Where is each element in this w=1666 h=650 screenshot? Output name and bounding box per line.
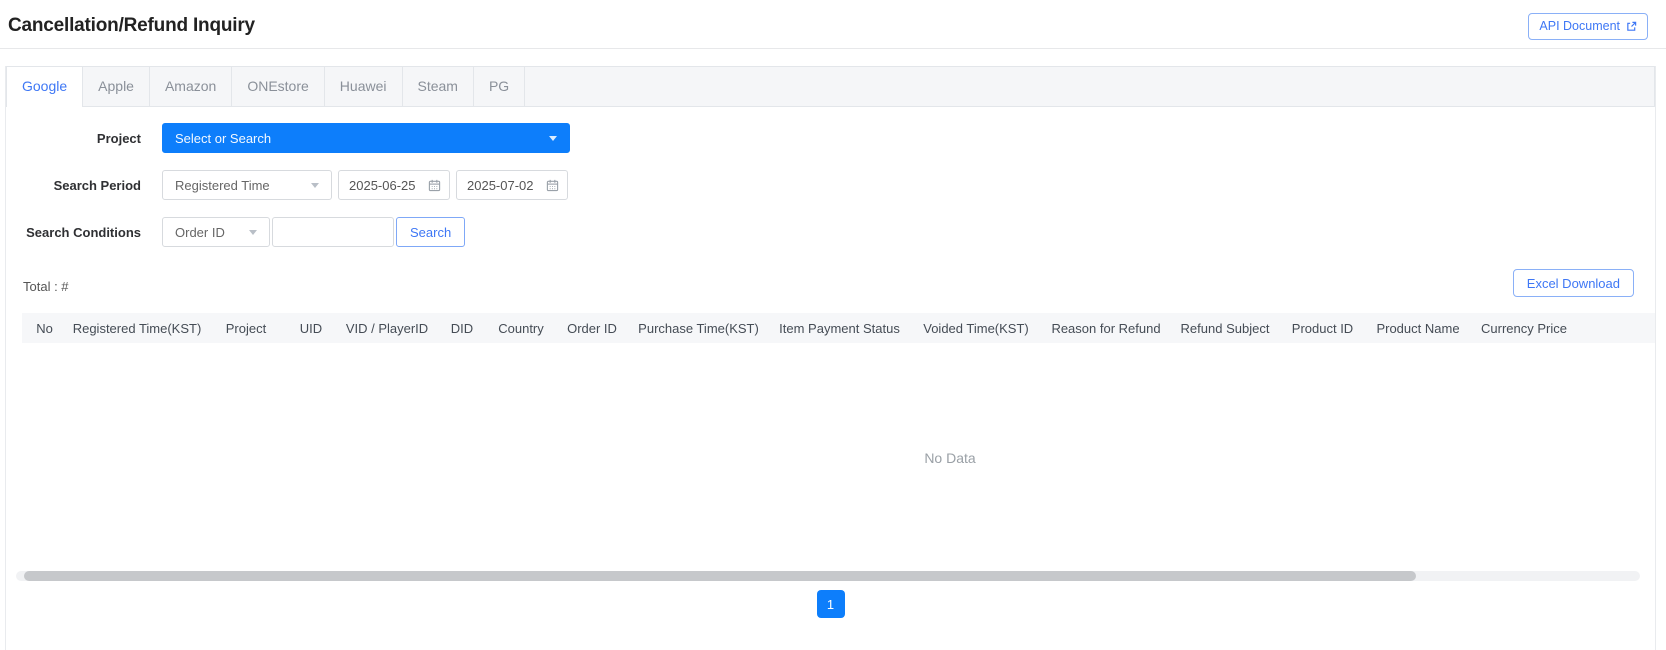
tab-pg[interactable]: PG xyxy=(474,67,525,106)
column-header: Product ID xyxy=(1279,313,1366,343)
table-header-row: NoRegistered Time(KST)ProjectUIDVID / Pl… xyxy=(22,313,1655,343)
chevron-down-icon xyxy=(549,136,557,141)
column-header: UID xyxy=(285,313,337,343)
tab-onestore[interactable]: ONEstore xyxy=(232,67,324,106)
table-viewport: NoRegistered Time(KST)ProjectUIDVID / Pl… xyxy=(22,313,1655,568)
content-panel: GoogleAppleAmazonONEstoreHuaweiSteamPG P… xyxy=(5,66,1656,650)
column-header: Project xyxy=(207,313,285,343)
start-date-input[interactable]: 2025-06-25 xyxy=(338,170,450,200)
tab-amazon[interactable]: Amazon xyxy=(150,67,232,106)
column-header: Item Payment Status xyxy=(768,313,911,343)
no-data-message: No Data xyxy=(22,450,1655,466)
column-header: Reason for Refund xyxy=(1041,313,1171,343)
project-row: Project Select or Search xyxy=(6,123,1655,153)
results-table: NoRegistered Time(KST)ProjectUIDVID / Pl… xyxy=(22,313,1655,343)
results-header: Total : # Excel Download xyxy=(23,269,1634,297)
search-period-label: Search Period xyxy=(6,178,141,193)
column-header: VID / PlayerID xyxy=(337,313,437,343)
total-count: Total : # xyxy=(23,279,69,297)
search-conditions-label: Search Conditions xyxy=(6,225,141,240)
column-header: Registered Time(KST) xyxy=(67,313,207,343)
end-date-input[interactable]: 2025-07-02 xyxy=(456,170,568,200)
search-keyword-input[interactable] xyxy=(272,217,394,247)
tab-google[interactable]: Google xyxy=(6,67,83,106)
period-type-select[interactable]: Registered Time xyxy=(162,170,332,200)
tab-apple[interactable]: Apple xyxy=(83,67,150,106)
page-header: Cancellation/Refund Inquiry API Document xyxy=(0,0,1666,48)
calendar-icon xyxy=(428,179,441,192)
platform-tabs: GoogleAppleAmazonONEstoreHuaweiSteamPG xyxy=(6,66,1655,107)
search-period-row: Search Period Registered Time 2025-06-25… xyxy=(6,170,1655,200)
column-header: Currency Price xyxy=(1470,313,1578,343)
api-document-label: API Document xyxy=(1539,19,1620,33)
external-link-icon xyxy=(1626,21,1637,32)
api-document-button[interactable]: API Document xyxy=(1528,13,1648,40)
horizontal-scrollbar-track[interactable] xyxy=(16,571,1640,581)
column-header: Voided Time(KST) xyxy=(911,313,1041,343)
excel-download-button[interactable]: Excel Download xyxy=(1513,269,1634,297)
title-divider xyxy=(0,48,1666,49)
column-header: Country xyxy=(487,313,555,343)
column-header: Product Name xyxy=(1366,313,1470,343)
calendar-icon xyxy=(546,179,559,192)
page-button-1[interactable]: 1 xyxy=(817,590,845,618)
column-header: Order ID xyxy=(555,313,629,343)
chevron-down-icon xyxy=(311,183,319,188)
page-title: Cancellation/Refund Inquiry xyxy=(8,15,255,37)
search-conditions-row: Search Conditions Order ID Search xyxy=(6,217,1655,247)
horizontal-scrollbar-thumb[interactable] xyxy=(24,571,1416,581)
chevron-down-icon xyxy=(249,230,257,235)
column-header: Server xyxy=(1578,313,1655,343)
period-type-value: Registered Time xyxy=(175,178,270,193)
column-header: No xyxy=(22,313,67,343)
column-header: DID xyxy=(437,313,487,343)
pagination: 1 xyxy=(6,590,1655,618)
project-select[interactable]: Select or Search xyxy=(162,123,570,153)
tab-huawei[interactable]: Huawei xyxy=(325,67,403,106)
project-select-value: Select or Search xyxy=(175,131,271,146)
search-button[interactable]: Search xyxy=(396,217,465,247)
column-header: Purchase Time(KST) xyxy=(629,313,768,343)
filter-form: Project Select or Search Search Period R… xyxy=(6,123,1655,247)
start-date-value: 2025-06-25 xyxy=(349,178,416,193)
column-header: Refund Subject xyxy=(1171,313,1279,343)
condition-field-value: Order ID xyxy=(175,225,225,240)
condition-field-select[interactable]: Order ID xyxy=(162,217,270,247)
end-date-value: 2025-07-02 xyxy=(467,178,534,193)
tab-steam[interactable]: Steam xyxy=(403,67,474,106)
project-label: Project xyxy=(6,131,141,146)
